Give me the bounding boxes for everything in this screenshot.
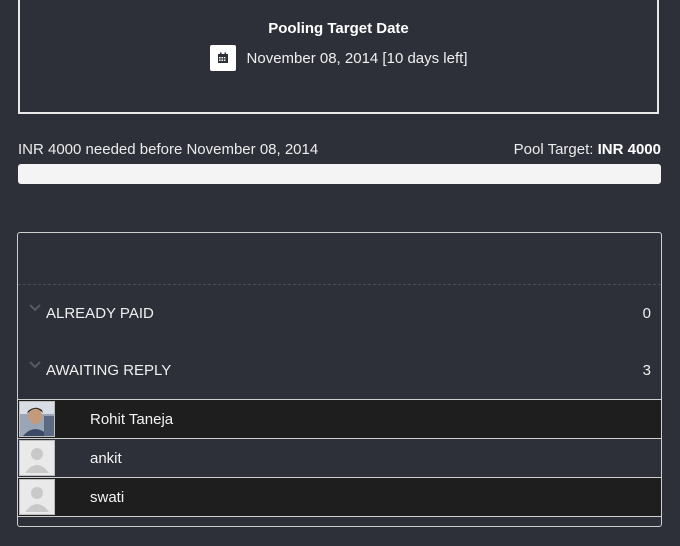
avatar — [19, 401, 55, 437]
pooling-target-panel: Pooling Target Date November 08, 2014 [1… — [18, 0, 659, 114]
awaiting-reply-list: Rohit Taneja ankit swati — [18, 399, 661, 517]
contributors-panel: ALREADY PAID 0 AWAITING REPLY 3 Rohit Ta… — [17, 232, 662, 527]
chevron-down-icon — [29, 303, 41, 311]
section-awaiting-reply[interactable]: AWAITING REPLY 3 — [18, 342, 661, 399]
pool-target-label: Pool Target: — [513, 141, 594, 158]
section-count: 3 — [642, 362, 651, 379]
section-already-paid[interactable]: ALREADY PAID 0 — [18, 285, 661, 342]
target-date-row: November 08, 2014 [10 days left] — [20, 44, 657, 72]
section-label: ALREADY PAID — [46, 305, 154, 322]
member-name: ankit — [90, 449, 122, 467]
pool-target: Pool Target: INR 4000 — [514, 141, 661, 158]
section-label: AWAITING REPLY — [46, 362, 172, 379]
pool-progress-bar — [18, 164, 661, 184]
list-item[interactable]: Rohit Taneja — [18, 400, 661, 439]
member-name: swati — [90, 488, 125, 506]
default-user-icon — [19, 440, 55, 476]
list-item[interactable]: ankit — [18, 439, 661, 478]
pooling-target-title: Pooling Target Date — [268, 20, 409, 37]
chevron-down-icon — [29, 360, 41, 368]
amount-needed-text: INR 4000 needed before November 08, 2014 — [18, 141, 319, 158]
pool-target-value: INR 4000 — [597, 141, 661, 158]
default-user-icon — [19, 479, 55, 515]
panel-header — [18, 233, 661, 285]
section-count: 0 — [642, 305, 651, 322]
target-date-text: November 08, 2014 [10 days left] — [246, 49, 468, 67]
list-item[interactable]: swati — [18, 478, 661, 517]
calendar-icon[interactable] — [209, 45, 236, 71]
member-name: Rohit Taneja — [90, 410, 174, 428]
